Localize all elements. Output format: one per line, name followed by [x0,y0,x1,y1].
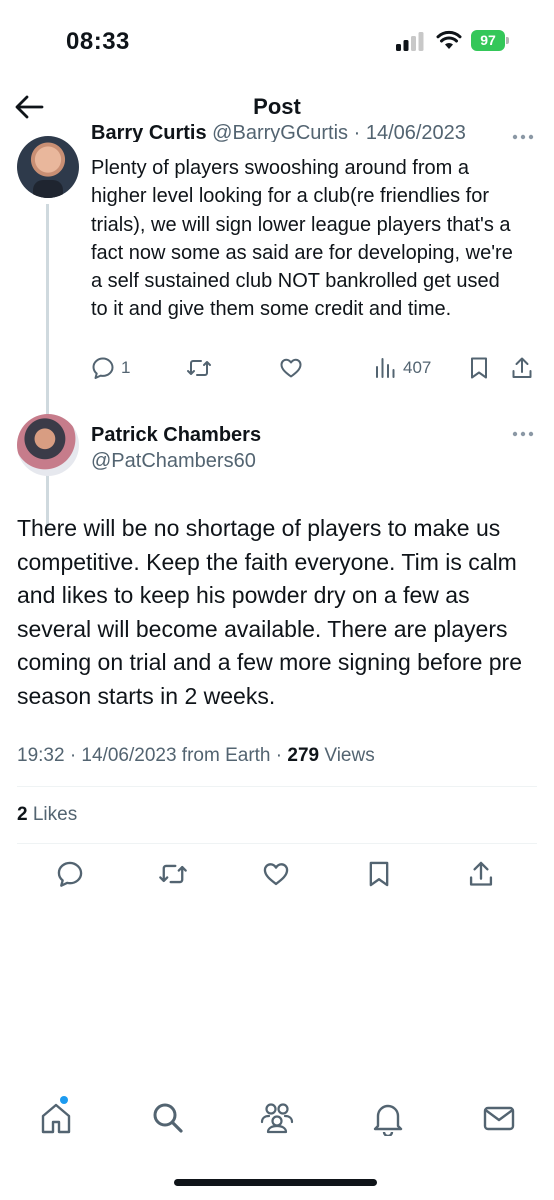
reply-icon [57,861,83,887]
author-name[interactable]: Patrick Chambers [91,424,261,447]
search-icon [153,1103,183,1133]
parent-author-handle[interactable]: @BarryGCurtis [212,122,348,142]
more-horizontal-icon[interactable] [512,134,534,140]
tweet-meta: 19:32 · 14/06/2023 from Earth · 279 View… [17,745,375,767]
messages-icon [483,1106,515,1131]
nav-home[interactable] [38,1096,74,1136]
views-icon [376,358,395,378]
repost-icon [187,360,211,376]
parent-tweet-header: Barry Curtis @BarryGCurtis · 14/06/2023 [91,122,466,142]
parent-tweet[interactable]: Barry Curtis @BarryGCurtis · 14/06/2023 … [0,122,554,529]
thread-line [46,204,49,529]
views-button[interactable]: 407 [375,356,431,380]
status-time: 08:33 [66,28,130,55]
wifi-icon [436,30,462,49]
repost-icon [159,864,187,884]
battery-indicator: 97 [471,30,509,51]
nav-notifications[interactable] [370,1100,406,1138]
repost-button[interactable] [158,860,188,888]
share-icon [469,861,493,886]
heart-icon [280,358,302,378]
bookmark-button[interactable] [469,356,489,380]
repost-button[interactable] [186,356,212,380]
like-button[interactable] [279,356,303,380]
tweet-timestamp[interactable]: 19:32 · 14/06/2023 from Earth · [17,745,287,766]
avatar[interactable] [17,414,79,476]
reply-icon [92,357,114,379]
divider [17,786,537,787]
share-icon [512,357,532,378]
battery-cap [506,37,509,44]
page-title: Post [253,94,301,119]
avatar[interactable] [17,136,79,198]
communities-icon [260,1103,294,1134]
view-count: 407 [403,358,432,377]
reply-button[interactable] [56,860,84,888]
bookmark-icon [471,357,487,379]
bookmark-icon [369,861,389,887]
share-button[interactable] [468,860,494,888]
status-bar: 08:33 97 [0,0,554,80]
divider [17,843,537,844]
notifications-icon [373,1104,403,1138]
nav-search[interactable] [150,1100,186,1136]
parent-author-name[interactable]: Barry Curtis [91,122,207,142]
home-icon [41,1103,71,1134]
nav-communities[interactable] [259,1100,295,1136]
nav-messages[interactable] [481,1100,517,1136]
home-indicator[interactable] [174,1179,377,1186]
likes-summary[interactable]: 2 Likes [17,804,77,826]
reply-count: 1 [121,358,131,377]
like-button[interactable] [262,860,290,888]
likes-count: 2 [17,804,28,825]
battery-level: 97 [471,30,505,51]
notification-dot [60,1096,68,1104]
more-horizontal-icon[interactable] [512,431,534,437]
cellular-signal-icon [396,32,424,51]
parent-tweet-date: · 14/06/2023 [353,122,466,142]
reply-button[interactable]: 1 [91,356,130,380]
tweet-text: There will be no shortage of players to … [17,515,523,709]
parent-tweet-text: Plenty of players swooshing around from … [91,157,513,321]
bottom-nav [0,1080,554,1160]
heart-icon [263,863,289,886]
author-handle[interactable]: @PatChambers60 [91,450,256,473]
views-count: 279 [287,745,320,766]
views-label: Views [319,745,375,766]
likes-label: Likes [27,804,78,825]
share-button[interactable] [511,356,533,380]
bookmark-button[interactable] [367,860,391,888]
